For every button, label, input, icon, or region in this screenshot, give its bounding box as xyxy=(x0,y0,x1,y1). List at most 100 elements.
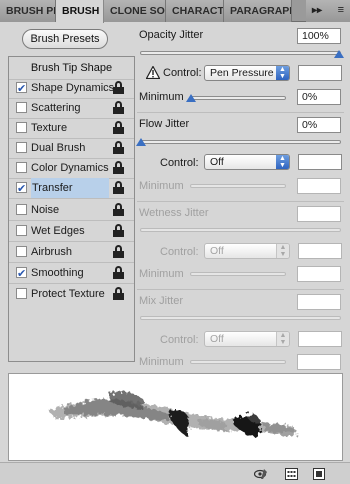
lock-icon[interactable] xyxy=(113,161,124,174)
brush-settings-list: Brush Tip Shape Shape Dynamics Scatterin… xyxy=(8,56,135,362)
flow-minimum-value xyxy=(297,178,341,194)
mix-jitter-label: Mix Jitter xyxy=(139,295,183,307)
lock-icon[interactable] xyxy=(113,81,124,94)
list-item-airbrush[interactable]: Airbrush xyxy=(9,242,134,262)
protect-texture-checkbox[interactable] xyxy=(16,288,27,299)
section-divider xyxy=(137,112,344,113)
mix-control-value: Off xyxy=(210,333,224,345)
brush-presets-button[interactable]: Brush Presets xyxy=(22,29,108,49)
list-item-dual-brush[interactable]: Dual Brush xyxy=(9,138,134,158)
wetness-jitter-label: Wetness Jitter xyxy=(139,207,209,219)
opacity-jitter-slider-thumb[interactable] xyxy=(334,50,344,58)
list-item-protect-texture[interactable]: Protect Texture xyxy=(9,284,134,304)
wetness-minimum-value xyxy=(297,266,341,282)
select-arrows-icon: ▲ ▼ xyxy=(276,155,289,169)
opacity-control-extra-field[interactable] xyxy=(298,65,342,81)
list-item-label: Smoothing xyxy=(31,267,84,279)
tab-paragraph[interactable]: PARAGRAPI xyxy=(224,0,292,22)
select-arrows-icon: ▲ ▼ xyxy=(276,244,289,258)
list-item-label: Color Dynamics xyxy=(31,162,109,174)
wetness-jitter-slider xyxy=(140,228,341,232)
tab-character[interactable]: CHARACTE xyxy=(166,0,224,22)
opacity-minimum-slider-thumb[interactable] xyxy=(186,94,196,102)
color-dynamics-checkbox[interactable] xyxy=(16,162,27,173)
brush-stroke-image xyxy=(49,392,297,438)
list-item-texture[interactable]: Texture xyxy=(9,118,134,138)
list-item-smoothing[interactable]: Smoothing xyxy=(9,263,134,284)
list-item-label: Shape Dynamics xyxy=(31,82,115,94)
scattering-checkbox[interactable] xyxy=(16,102,27,113)
opacity-minimum-value[interactable]: 0% xyxy=(297,89,341,105)
lock-icon[interactable] xyxy=(113,266,124,279)
list-item-scattering[interactable]: Scattering xyxy=(9,98,134,118)
list-item-label: Transfer xyxy=(31,178,109,198)
lock-icon[interactable] xyxy=(113,181,124,194)
transfer-checkbox[interactable] xyxy=(16,179,27,199)
opacity-jitter-value[interactable]: 100% xyxy=(297,28,341,44)
panel-bottom-bar xyxy=(0,462,350,484)
section-divider xyxy=(137,201,344,202)
airbrush-checkbox[interactable] xyxy=(16,246,27,257)
mix-control-extra-field xyxy=(298,331,342,347)
list-item-wet-edges[interactable]: Wet Edges xyxy=(9,221,134,241)
toggle-live-tip-preview-icon[interactable] xyxy=(253,468,267,480)
tab-brush[interactable]: BRUSH xyxy=(56,0,104,23)
panel-menu-icon[interactable]: ≡ xyxy=(338,4,344,16)
list-item-color-dynamics[interactable]: Color Dynamics xyxy=(9,158,134,178)
flow-minimum-slider xyxy=(190,184,286,188)
lock-icon[interactable] xyxy=(113,121,124,134)
opacity-jitter-slider[interactable] xyxy=(140,51,341,55)
dual-brush-checkbox[interactable] xyxy=(16,142,27,153)
texture-checkbox[interactable] xyxy=(16,122,27,133)
mix-minimum-value xyxy=(297,354,341,370)
brush-grid-icon[interactable] xyxy=(285,468,298,480)
opacity-control-value: Pen Pressure xyxy=(210,67,274,79)
wetness-control-value: Off xyxy=(210,245,224,257)
flow-control-select[interactable]: Off ▲ ▼ xyxy=(204,154,290,170)
opacity-jitter-label: Opacity Jitter xyxy=(139,29,204,41)
opacity-minimum-label: Minimum xyxy=(139,91,184,103)
lock-icon[interactable] xyxy=(113,101,124,114)
list-item-shape-dynamics[interactable]: Shape Dynamics xyxy=(9,78,134,99)
tab-brush-presets[interactable]: BRUSH PRE xyxy=(0,0,56,22)
flow-jitter-value[interactable]: 0% xyxy=(297,117,341,133)
list-item-label: Scattering xyxy=(31,102,81,114)
flow-jitter-slider[interactable] xyxy=(140,140,341,144)
mix-minimum-label: Minimum xyxy=(139,356,184,368)
section-divider xyxy=(137,289,344,290)
shape-dynamics-checkbox[interactable] xyxy=(16,79,27,99)
opacity-control-select[interactable]: Pen Pressure ▲ ▼ xyxy=(204,65,290,81)
list-item-label: Airbrush xyxy=(31,246,72,258)
brush-stroke-preview xyxy=(8,373,343,461)
mix-jitter-slider xyxy=(140,316,341,320)
smoothing-checkbox[interactable] xyxy=(16,264,27,284)
lock-icon[interactable] xyxy=(113,203,124,216)
flow-jitter-slider-thumb[interactable] xyxy=(136,138,146,146)
warning-icon xyxy=(146,66,160,79)
create-new-preset-icon[interactable] xyxy=(313,468,326,480)
collapse-panel-icon[interactable]: ▸▸ xyxy=(312,5,322,16)
wetness-control-select: Off ▲ ▼ xyxy=(204,243,290,259)
opacity-minimum-slider[interactable] xyxy=(190,96,286,100)
wet-edges-checkbox[interactable] xyxy=(16,225,27,236)
list-item-transfer[interactable]: Transfer xyxy=(9,178,134,199)
wetness-control-extra-field xyxy=(298,243,342,259)
lock-icon[interactable] xyxy=(113,287,124,300)
list-item-noise[interactable]: Noise xyxy=(9,200,134,220)
wetness-jitter-value xyxy=(297,206,341,222)
flow-control-value: Off xyxy=(210,156,224,168)
mix-jitter-value xyxy=(297,294,341,310)
lock-icon[interactable] xyxy=(113,224,124,237)
tab-clone-source[interactable]: CLONE SOU xyxy=(104,0,166,22)
lock-icon[interactable] xyxy=(113,141,124,154)
mix-control-select: Off ▲ ▼ xyxy=(204,331,290,347)
list-item-label: Texture xyxy=(31,122,68,134)
flow-control-label: Control: xyxy=(160,157,199,169)
brush-tip-shape-item[interactable]: Brush Tip Shape xyxy=(9,57,134,79)
lock-icon[interactable] xyxy=(113,245,124,258)
list-item-label: Dual Brush xyxy=(31,142,86,154)
list-item-label: Protect Texture xyxy=(31,288,105,300)
flow-control-extra-field[interactable] xyxy=(298,154,342,170)
panel-menu-area: ▸▸ ≡ xyxy=(306,0,350,22)
noise-checkbox[interactable] xyxy=(16,204,27,215)
